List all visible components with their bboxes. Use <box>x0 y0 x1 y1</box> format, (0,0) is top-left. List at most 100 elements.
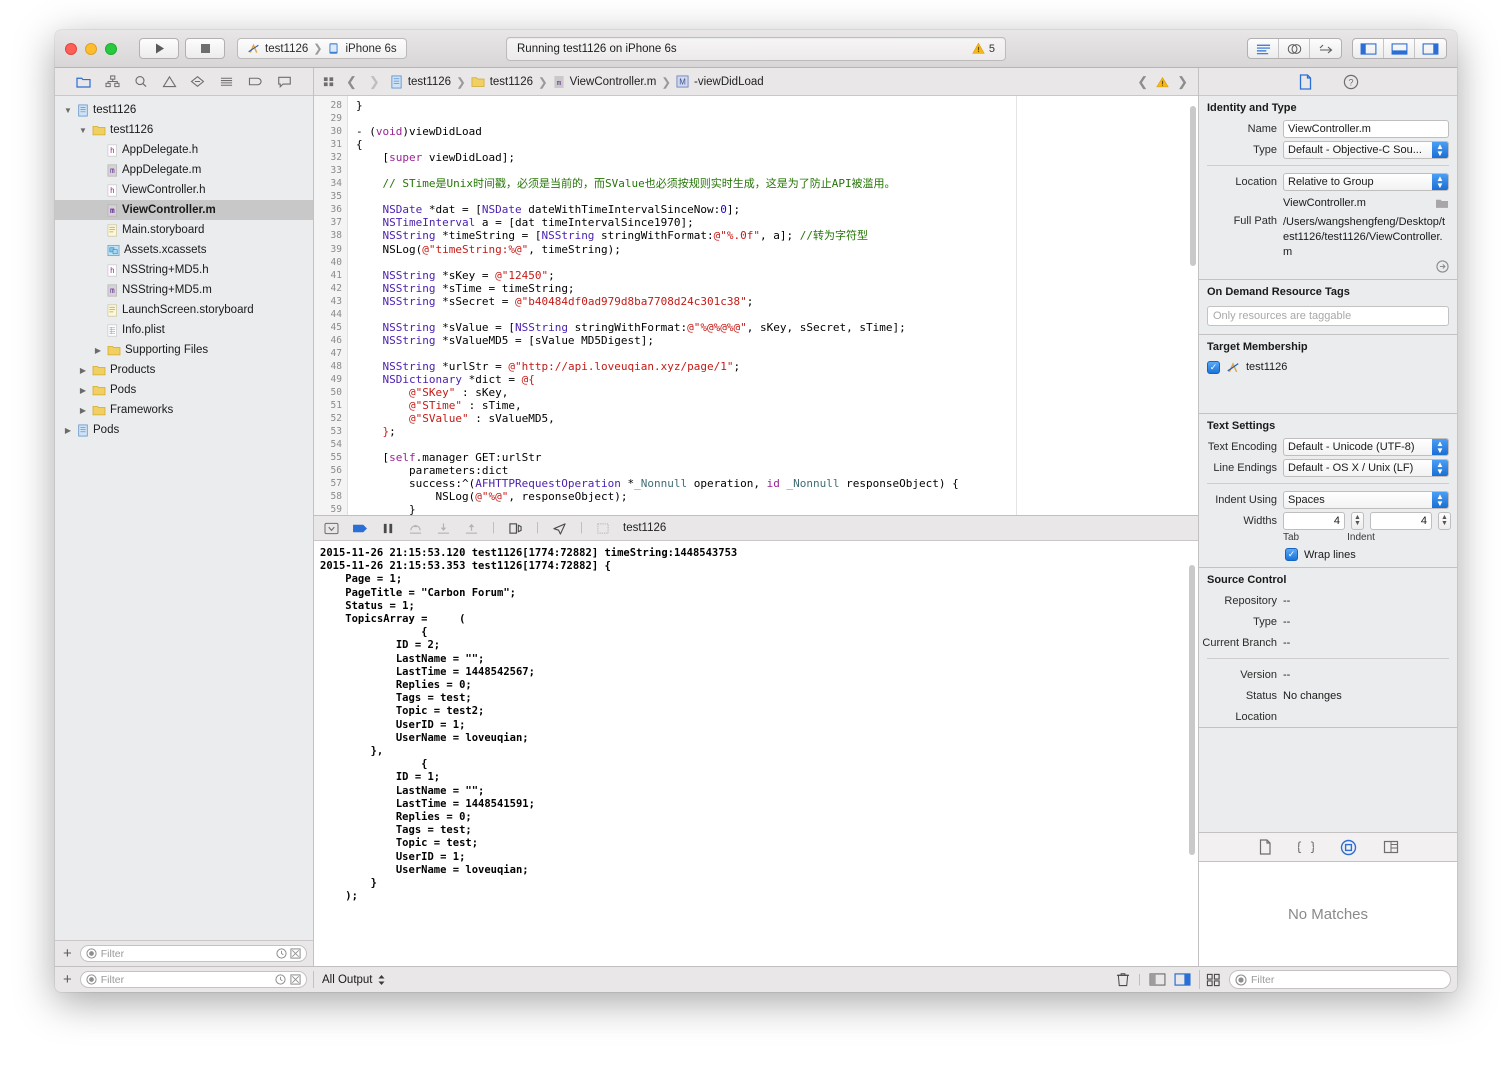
object-library-icon[interactable] <box>1340 839 1357 856</box>
recent-clock-icon[interactable] <box>275 974 286 985</box>
recent-clock-icon[interactable] <box>276 948 287 959</box>
toggle-utilities-button[interactable] <box>1415 39 1446 58</box>
media-library-icon[interactable] <box>1383 840 1399 854</box>
navigator-item-info-plist[interactable]: Info.plist <box>55 320 313 340</box>
warning-icon[interactable] <box>1156 76 1169 88</box>
disclosure-triangle-closed-icon[interactable]: ▶ <box>78 366 88 375</box>
standard-editor-button[interactable] <box>1248 39 1279 58</box>
add-button[interactable]: + <box>61 946 74 961</box>
minimize-button[interactable] <box>85 42 97 55</box>
breadcrumb[interactable]: test1126 ❯ test1126 ❯ m ViewController.m… <box>390 75 764 89</box>
navigator-item-test1126[interactable]: ▼ test1126 <box>55 100 313 120</box>
output-scope-label[interactable]: All Output <box>322 974 373 986</box>
breadcrumb-item-2[interactable]: ViewController.m <box>570 76 657 88</box>
toggle-navigator-button[interactable] <box>1353 39 1384 58</box>
trash-icon[interactable] <box>1116 972 1130 987</box>
type-popup[interactable]: Default - Objective-C Sou... ▲ ▼ <box>1283 140 1449 159</box>
hide-debug-area-icon[interactable] <box>324 522 339 535</box>
name-field[interactable]: ViewController.m <box>1283 119 1449 138</box>
ondemand-tags-field[interactable]: Only resources are taggable <box>1207 306 1449 326</box>
breadcrumb-item-3[interactable]: -viewDidLoad <box>694 76 764 88</box>
stop-button[interactable] <box>185 38 225 59</box>
warning-icon[interactable] <box>162 75 177 88</box>
forward-button[interactable]: ❯ <box>367 74 382 90</box>
activate-breakpoints-icon[interactable] <box>352 522 368 535</box>
related-items-icon[interactable] <box>322 75 336 88</box>
previous-issue-button[interactable]: ❮ <box>1135 74 1150 90</box>
navigator-item-main-storyboard[interactable]: Main.storyboard <box>55 220 313 240</box>
folder-icon[interactable] <box>76 75 91 88</box>
location-popup[interactable]: Relative to Group ▲ ▼ <box>1283 172 1449 191</box>
reveal-in-finder-icon[interactable] <box>1436 260 1449 273</box>
navigator-item-launchscreen-storyboard[interactable]: LaunchScreen.storyboard <box>55 300 313 320</box>
target-checkbox[interactable]: ✓ <box>1207 360 1220 374</box>
disclosure-triangle-closed-icon[interactable]: ▶ <box>78 406 88 415</box>
navigator-item-pods[interactable]: ▶ Pods <box>55 420 313 440</box>
wraplines-checkbox[interactable]: ✓ <box>1285 548 1298 561</box>
library-filter-field[interactable]: Filter <box>1229 970 1451 989</box>
close-button[interactable] <box>65 42 77 55</box>
run-button[interactable] <box>139 38 179 59</box>
scheme-selector[interactable]: test1126 ❯ iPhone 6s <box>237 38 407 59</box>
file-inspector-icon[interactable] <box>1298 73 1313 90</box>
editor-scrollbar[interactable] <box>1190 106 1196 266</box>
navigator-item-supporting-files[interactable]: ▶ Supporting Files <box>55 340 313 360</box>
disclosure-triangle-closed-icon[interactable]: ▶ <box>78 386 88 395</box>
next-issue-button[interactable]: ❯ <box>1175 74 1190 90</box>
report-icon[interactable] <box>219 75 234 88</box>
source-control-filter-icon[interactable] <box>290 948 301 959</box>
source-control-filter-icon[interactable] <box>290 974 301 985</box>
console-output[interactable]: 2015-11-26 21:15:53.120 test1126[1774:72… <box>314 541 1198 966</box>
back-button[interactable]: ❮ <box>344 74 359 90</box>
step-out-icon[interactable] <box>464 522 479 535</box>
navigator-item-frameworks[interactable]: ▶ Frameworks <box>55 400 313 420</box>
choose-folder-icon[interactable] <box>1435 197 1449 209</box>
encoding-popup[interactable]: Default - Unicode (UTF-8) ▲ ▼ <box>1283 437 1449 456</box>
hierarchy-icon[interactable] <box>105 75 120 88</box>
tab-width-field[interactable]: 4 <box>1283 511 1345 530</box>
step-into-icon[interactable] <box>436 522 451 535</box>
navigator-item-viewcontroller-h[interactable]: h ViewController.h <box>55 180 313 200</box>
navigator-filter-field[interactable]: Filter <box>79 971 307 988</box>
navigator-item-appdelegate-h[interactable]: h AppDelegate.h <box>55 140 313 160</box>
console-scrollbar[interactable] <box>1189 565 1195 855</box>
pause-icon[interactable] <box>381 522 395 535</box>
library-grid-icon[interactable] <box>1206 973 1221 987</box>
breakpoint-icon[interactable] <box>190 75 205 88</box>
source-code-text[interactable]: } - (void)viewDidLoad{ [super viewDidLoa… <box>348 96 1016 515</box>
toggle-debug-area-button[interactable] <box>1384 39 1415 58</box>
source-editor[interactable]: 28 29 30 31 32 33 34 35 36 37 38 39 40 41 42 43 44 45 46 47… <box>314 96 1198 515</box>
disclosure-triangle-open-icon[interactable]: ▼ <box>78 126 88 135</box>
breadcrumb-item-1[interactable]: test1126 <box>490 76 533 88</box>
location-simulate-icon[interactable] <box>552 522 567 535</box>
file-template-library-icon[interactable] <box>1258 839 1272 855</box>
indent-popup[interactable]: Spaces ▲ ▼ <box>1283 490 1449 509</box>
navigator-item-nsstring-md5-m[interactable]: m NSString+MD5.m <box>55 280 313 300</box>
wraplines-row[interactable]: ✓ Wrap lines <box>1199 543 1457 567</box>
show-variables-view-icon[interactable] <box>1149 973 1166 986</box>
navigator-item-appdelegate-m[interactable]: m AppDelegate.m <box>55 160 313 180</box>
navigator-item-nsstring-md5-h[interactable]: h NSString+MD5.h <box>55 260 313 280</box>
tag-icon[interactable] <box>248 75 263 88</box>
breadcrumb-item-0[interactable]: test1126 <box>408 76 451 88</box>
disclosure-triangle-closed-icon[interactable]: ▶ <box>93 346 103 355</box>
step-over-icon[interactable] <box>408 522 423 535</box>
disclosure-triangle-closed-icon[interactable]: ▶ <box>63 426 73 435</box>
navigator-item-assets-xcassets[interactable]: Assets.xcassets <box>55 240 313 260</box>
lineendings-popup[interactable]: Default - OS X / Unix (LF) ▲ ▼ <box>1283 458 1449 477</box>
comment-icon[interactable] <box>277 75 292 88</box>
navigator-item-viewcontroller-m[interactable]: m ViewController.m <box>55 200 313 220</box>
project-navigator-tree[interactable]: ▼ test1126 ▼ test1126 h AppDelegate.h m AppDele… <box>55 96 313 940</box>
warning-indicator[interactable]: 5 <box>972 42 995 55</box>
tab-width-stepper[interactable]: ▲ ▼ <box>1351 511 1364 530</box>
code-snippet-library-icon[interactable]: { } <box>1298 839 1314 855</box>
version-editor-button[interactable] <box>1310 39 1341 58</box>
navigator-filter-field[interactable]: Filter <box>79 945 307 962</box>
show-console-view-icon[interactable] <box>1174 973 1191 986</box>
view-debugging-icon[interactable] <box>508 522 523 535</box>
disclosure-triangle-open-icon[interactable]: ▼ <box>63 106 73 115</box>
assistant-editor-button[interactable] <box>1279 39 1310 58</box>
add-button[interactable]: + <box>61 972 74 987</box>
navigator-item-pods[interactable]: ▶ Pods <box>55 380 313 400</box>
navigator-item-test1126[interactable]: ▼ test1126 <box>55 120 313 140</box>
